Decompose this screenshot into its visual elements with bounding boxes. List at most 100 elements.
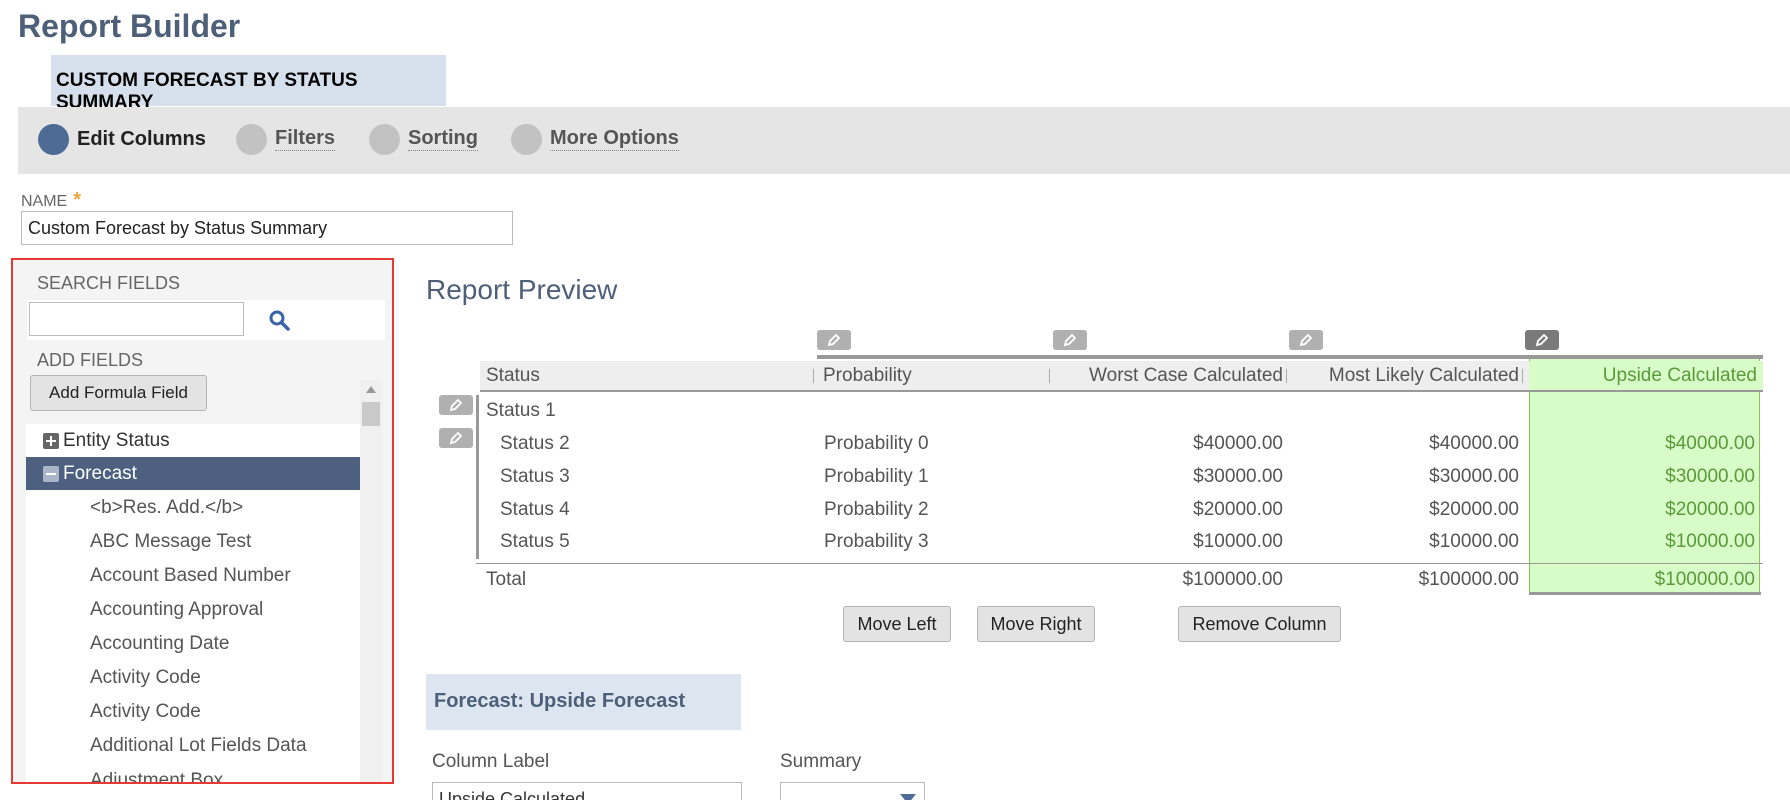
total-worst-case: $100000.00 — [1182, 569, 1283, 590]
cell-status: Status 4 — [500, 499, 570, 520]
total-most-likely: $100000.00 — [1418, 569, 1519, 590]
step-indicator-icon — [236, 123, 267, 155]
column-header-status[interactable]: Status — [480, 361, 816, 391]
field-item[interactable]: <b>Res. Add.</b> — [26, 491, 361, 524]
column-header-worst-case[interactable]: Worst Case Calculated — [1053, 361, 1289, 391]
total-label: Total — [486, 569, 527, 590]
cell-probability: Probability 0 — [824, 433, 929, 454]
name-field-label: NAME * — [21, 189, 81, 212]
field-item[interactable]: Account Based Number — [26, 559, 361, 592]
step-sorting[interactable]: Sorting — [369, 121, 478, 157]
column-bottom-rule — [1529, 592, 1761, 595]
report-preview-title: Report Preview — [426, 274, 618, 305]
edit-column-pencil-icon[interactable] — [817, 330, 851, 350]
cell-status: Status 2 — [500, 433, 570, 454]
step-indicator-icon — [511, 123, 542, 155]
cell-probability: Probability 3 — [824, 531, 929, 552]
column-header-most-likely[interactable]: Most Likely Calculated — [1289, 361, 1525, 391]
total-rule — [476, 563, 1763, 564]
name-label-text: NAME — [21, 193, 68, 210]
collapse-minus-icon[interactable] — [43, 465, 59, 482]
column-top-rule — [817, 355, 1763, 359]
cell-worst-case: $10000.00 — [1193, 531, 1283, 552]
step-edit-columns[interactable]: Edit Columns — [38, 121, 206, 157]
edit-row-pencil-icon[interactable] — [439, 395, 473, 415]
move-left-button[interactable]: Move Left — [843, 606, 951, 642]
tree-group-label: Entity Status — [63, 429, 170, 451]
edit-column-pencil-icon[interactable] — [1289, 330, 1323, 350]
field-item[interactable]: ABC Message Test — [26, 525, 361, 558]
group-row-label: Status 1 — [486, 400, 556, 421]
field-item[interactable]: Adjustment Box — [26, 764, 361, 783]
field-item[interactable]: Activity Code — [26, 695, 361, 728]
required-mark: * — [73, 189, 82, 211]
field-search-input[interactable] — [29, 302, 244, 336]
cell-worst-case: $40000.00 — [1193, 433, 1283, 454]
field-item[interactable]: Accounting Date — [26, 627, 361, 660]
cell-most-likely: $10000.00 — [1429, 531, 1519, 552]
column-header-probability[interactable]: Probability — [817, 361, 1053, 391]
column-detail-title: Forecast: Upside Forecast — [426, 674, 741, 730]
cell-upside: $10000.00 — [1665, 531, 1755, 552]
cell-probability: Probability 2 — [824, 499, 929, 520]
add-fields-label: ADD FIELDS — [37, 350, 144, 370]
step-label: Filters — [275, 127, 336, 151]
step-more-options[interactable]: More Options — [511, 121, 679, 157]
cell-status: Status 5 — [500, 531, 570, 552]
cell-worst-case: $20000.00 — [1193, 499, 1283, 520]
cell-most-likely: $40000.00 — [1429, 433, 1519, 454]
column-separator — [1286, 369, 1287, 383]
field-list-scrollbar[interactable] — [360, 380, 382, 782]
column-separator — [813, 369, 814, 383]
step-indicator-icon — [369, 123, 400, 155]
cell-upside: $20000.00 — [1665, 499, 1755, 520]
cell-most-likely: $30000.00 — [1429, 466, 1519, 487]
add-formula-field-button[interactable]: Add Formula Field — [30, 375, 207, 411]
summary-select[interactable] — [780, 782, 925, 800]
field-item[interactable]: Activity Code — [26, 661, 361, 694]
steps-bar: Edit Columns Filters Sorting More Option… — [18, 107, 1790, 174]
fields-panel: SEARCH FIELDS ADD FIELDS Add Formula Fie… — [11, 258, 394, 784]
search-icon[interactable] — [267, 308, 291, 332]
step-label: Sorting — [408, 127, 478, 151]
report-name-tab: CUSTOM FORECAST BY STATUS SUMMARY — [51, 55, 446, 113]
edit-column-pencil-icon[interactable] — [1525, 330, 1559, 350]
summary-label: Summary — [780, 751, 862, 772]
column-header-upside[interactable]: Upside Calculated — [1529, 361, 1763, 391]
cell-upside: $40000.00 — [1665, 433, 1755, 454]
report-name-input[interactable] — [21, 211, 513, 245]
edit-column-pencil-icon[interactable] — [1053, 330, 1087, 350]
group-bar — [476, 395, 479, 559]
step-indicator-icon — [38, 123, 69, 155]
tree-group-label: Forecast — [63, 462, 137, 484]
scroll-up-arrow-icon[interactable] — [366, 386, 376, 393]
cell-most-likely: $20000.00 — [1429, 499, 1519, 520]
search-row — [27, 300, 385, 340]
preview-grid-header: Status Probability Worst Case Calculated… — [480, 361, 1763, 391]
expand-plus-icon[interactable] — [43, 432, 59, 449]
column-label-input[interactable] — [432, 782, 742, 800]
remove-column-button[interactable]: Remove Column — [1178, 606, 1341, 642]
cell-status: Status 3 — [500, 466, 570, 487]
field-item[interactable]: Additional Lot Fields Data — [26, 729, 361, 762]
column-label-label: Column Label — [432, 751, 550, 772]
cell-probability: Probability 1 — [824, 466, 929, 487]
scroll-thumb[interactable] — [362, 402, 380, 426]
search-fields-label: SEARCH FIELDS — [37, 273, 181, 293]
field-item[interactable]: Accounting Approval — [26, 593, 361, 626]
tree-group-forecast[interactable]: Forecast — [26, 457, 361, 490]
column-separator — [1522, 369, 1523, 383]
cell-upside: $30000.00 — [1665, 466, 1755, 487]
step-label: More Options — [550, 127, 679, 151]
column-separator — [1049, 369, 1050, 383]
step-label: Edit Columns — [77, 127, 206, 150]
field-tree: Entity Status Forecast <b>Res. Add.</b> … — [26, 424, 361, 783]
header-underline — [480, 390, 1763, 392]
tree-group-entity-status[interactable]: Entity Status — [26, 424, 361, 457]
cell-worst-case: $30000.00 — [1193, 466, 1283, 487]
edit-row-pencil-icon[interactable] — [439, 428, 473, 448]
dropdown-arrow-icon[interactable] — [900, 794, 916, 800]
step-filters[interactable]: Filters — [236, 121, 336, 157]
move-right-button[interactable]: Move Right — [977, 606, 1095, 642]
page-title: Report Builder — [18, 8, 241, 44]
